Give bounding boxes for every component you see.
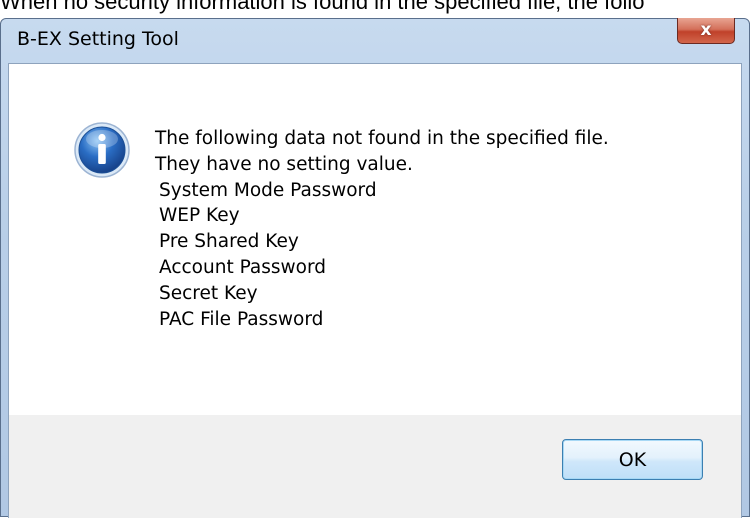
window-title: B-EX Setting Tool [17, 28, 179, 50]
button-bar: OK [8, 415, 742, 518]
close-button[interactable]: x [677, 18, 735, 44]
message-line-2: They have no setting value. [155, 153, 413, 175]
list-item: System Mode Password [159, 179, 377, 201]
list-item: Account Password [159, 256, 326, 278]
dialog-content: The following data not found in the spec… [8, 63, 742, 416]
ok-button[interactable]: OK [562, 439, 703, 480]
background-caption: When no security information is found in… [0, 0, 752, 18]
close-icon: x [700, 20, 712, 40]
list-item: PAC File Password [159, 308, 324, 330]
dialog-window: B-EX Setting Tool x The following data n… [0, 18, 750, 518]
list-item: Pre Shared Key [159, 231, 299, 253]
information-icon [74, 122, 130, 178]
list-item: WEP Key [159, 205, 240, 227]
background-caption-text: When no security information is found in… [0, 0, 645, 14]
message-text: The following data not found in the spec… [155, 126, 609, 332]
message-line-1: The following data not found in the spec… [155, 128, 609, 149]
list-item: Secret Key [159, 282, 258, 304]
title-bar[interactable]: B-EX Setting Tool x [1, 18, 749, 63]
